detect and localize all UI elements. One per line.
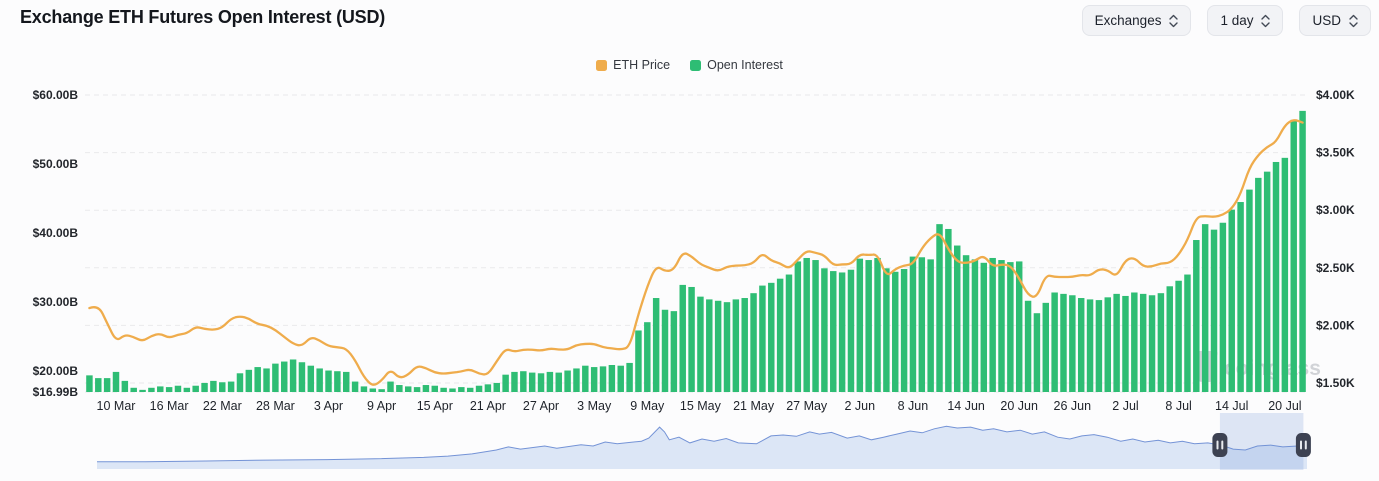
x-axis-label: 10 Mar — [97, 399, 136, 413]
navigator-handle-right[interactable] — [1295, 433, 1311, 457]
x-axis-label: 27 Apr — [523, 399, 559, 413]
navigator-area[interactable] — [97, 426, 1307, 469]
x-axis-label: 8 Jun — [898, 399, 929, 413]
right-axis-label: $2.00K — [1316, 318, 1355, 332]
x-axis-label: 15 Apr — [417, 399, 453, 413]
x-axis-label: 20 Jun — [1000, 399, 1038, 413]
right-axis-label: $2.50K — [1316, 261, 1355, 275]
right-axis-label: $4.00K — [1316, 88, 1355, 102]
handle-bar-icon — [1300, 440, 1302, 450]
x-axis-label: 16 Mar — [150, 399, 189, 413]
handle-bar-icon — [1216, 440, 1219, 450]
left-axis-label: $30.00B — [33, 295, 79, 309]
left-axis-label: $40.00B — [33, 226, 79, 240]
main-chart: coinglass$60.00B$50.00B$40.00B$30.00B$20… — [33, 88, 1355, 470]
navigator-selection[interactable] — [1219, 413, 1304, 470]
x-axis-label: 20 Jul — [1268, 399, 1301, 413]
x-axis-label: 28 Mar — [256, 399, 295, 413]
x-axis-label: 2 Jul — [1112, 399, 1138, 413]
right-axis-label: $3.00K — [1316, 203, 1355, 217]
x-axis-label: 9 Apr — [367, 399, 396, 413]
left-axis-label: $20.00B — [33, 364, 79, 378]
handle-grip — [1212, 433, 1228, 457]
x-axis-label: 21 Apr — [470, 399, 506, 413]
x-axis-label: 3 May — [577, 399, 612, 413]
x-axis-label: 22 Mar — [203, 399, 242, 413]
x-axis-label: 14 Jul — [1215, 399, 1248, 413]
x-axis-label: 14 Jun — [947, 399, 985, 413]
x-axis-label: 8 Jul — [1165, 399, 1191, 413]
x-axis-label: 26 Jun — [1054, 399, 1092, 413]
left-axis-label: $60.00B — [33, 88, 79, 102]
plot-area[interactable] — [85, 88, 1307, 392]
x-axis-label: 2 Jun — [845, 399, 876, 413]
x-axis-label: 21 May — [733, 399, 775, 413]
x-axis-label: 27 May — [786, 399, 828, 413]
x-axis-label: 9 May — [630, 399, 665, 413]
right-axis-label: $1.50K — [1316, 376, 1355, 390]
app-root: Exchange ETH Futures Open Interest (USD)… — [0, 0, 1379, 481]
handle-bar-icon — [1221, 440, 1224, 450]
handle-grip — [1295, 433, 1311, 457]
x-axis-label: 15 May — [680, 399, 722, 413]
right-axis-label: $3.50K — [1316, 146, 1355, 160]
left-axis-label: $16.99B — [33, 385, 79, 399]
handle-bar-icon — [1304, 440, 1307, 450]
navigator-handle-left[interactable] — [1212, 433, 1228, 457]
left-axis-label: $50.00B — [33, 157, 79, 171]
x-axis-label: 3 Apr — [314, 399, 343, 413]
